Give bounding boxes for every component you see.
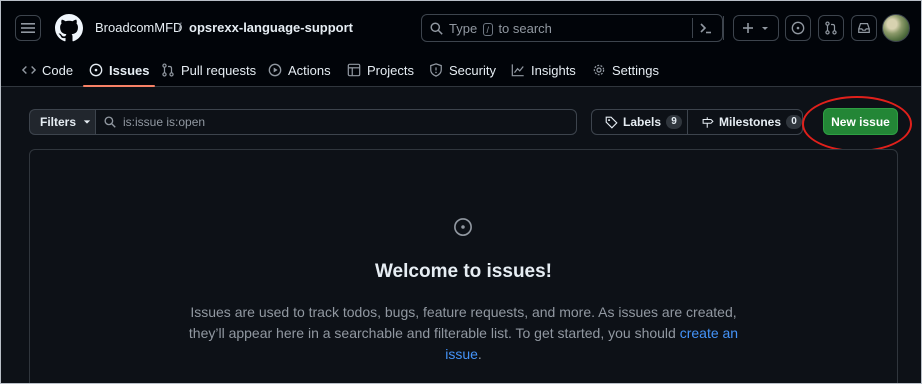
command-palette-icon	[699, 23, 711, 34]
labels-count: 9	[666, 115, 683, 129]
new-issue-button[interactable]: New issue	[823, 108, 898, 135]
search-icon	[104, 116, 116, 128]
github-window: BroadcomMFD / opsrexx-language-support T…	[0, 0, 922, 384]
search-placeholder: Type / to search	[449, 21, 552, 36]
tab-pull-requests[interactable]: Pull requests	[161, 53, 256, 87]
gear-icon	[593, 64, 605, 76]
tab-label: Code	[42, 62, 74, 78]
labels-label: Labels	[623, 115, 662, 129]
tab-label: Settings	[612, 62, 659, 78]
filter-query-value: is:issue is:open	[123, 115, 206, 129]
issue-filter-input[interactable]: is:issue is:open	[95, 109, 577, 135]
milestone-icon	[702, 116, 714, 128]
search-input[interactable]: Type / to search	[421, 14, 723, 42]
your-pull-requests-button[interactable]	[818, 15, 844, 41]
table-icon	[347, 63, 361, 77]
caret-down-icon	[762, 27, 768, 30]
create-new-button[interactable]	[733, 15, 779, 41]
repo-header: BroadcomMFD / opsrexx-language-support T…	[1, 1, 921, 87]
blankslate-title: Welcome to issues!	[374, 261, 553, 282]
tab-settings[interactable]: Settings	[592, 53, 659, 87]
milestones-button[interactable]: Milestones 0	[687, 109, 803, 135]
filters-button[interactable]: Filters	[29, 109, 96, 135]
tab-actions[interactable]: Actions	[268, 53, 331, 87]
tab-label: Security	[449, 62, 496, 78]
blankslate-description: Issues are used to track todos, bugs, fe…	[188, 304, 739, 362]
issues-blankslate: Welcome to issues! Issues are used to tr…	[29, 149, 898, 383]
inbox-icon	[858, 23, 870, 33]
tab-label: Projects	[367, 62, 414, 78]
issue-opened-icon	[454, 218, 472, 236]
labels-button[interactable]: Labels 9	[591, 109, 688, 135]
menu-button[interactable]	[15, 15, 41, 41]
milestones-label: Milestones	[718, 115, 781, 129]
play-icon	[268, 63, 282, 77]
tab-code[interactable]: Code	[22, 53, 73, 87]
git-pull-request-icon	[162, 63, 174, 77]
tab-insights[interactable]: Insights	[511, 53, 576, 87]
tab-label: Actions	[288, 62, 331, 78]
breadcrumb-repo[interactable]: opsrexx-language-support	[189, 20, 353, 35]
graph-icon	[511, 64, 524, 77]
caret-down-icon	[83, 120, 91, 124]
breadcrumb-owner[interactable]: BroadcomMFD	[95, 20, 182, 35]
your-issues-button[interactable]	[785, 15, 811, 41]
issue-opened-icon	[89, 63, 103, 77]
tab-label: Issues	[109, 62, 150, 78]
github-logo-icon[interactable]	[55, 14, 83, 42]
code-icon	[22, 66, 36, 74]
tab-issues[interactable]: Issues	[82, 53, 157, 87]
milestones-count: 0	[786, 115, 802, 129]
command-palette-button[interactable]	[692, 18, 718, 38]
tab-label: Pull requests	[181, 62, 257, 78]
filters-label: Filters	[40, 115, 77, 129]
tag-icon	[605, 116, 618, 129]
user-avatar[interactable]	[882, 14, 910, 42]
tab-label: Insights	[531, 62, 576, 78]
issue-opened-icon	[791, 21, 805, 35]
plus-icon	[743, 23, 753, 33]
slash-key-hint: /	[482, 23, 493, 36]
repo-tabs: Code Issues Pull requests Actions Projec…	[1, 53, 921, 87]
shield-icon	[430, 63, 442, 77]
inbox-button[interactable]	[851, 15, 877, 41]
breadcrumb-separator: /	[178, 20, 182, 35]
header-divider	[723, 16, 724, 40]
tab-security[interactable]: Security	[429, 53, 496, 87]
top-bar: BroadcomMFD / opsrexx-language-support T…	[1, 1, 921, 53]
search-icon	[430, 22, 443, 35]
git-pull-request-icon	[825, 21, 837, 35]
tab-projects[interactable]: Projects	[347, 53, 414, 87]
hamburger-icon	[21, 23, 35, 33]
